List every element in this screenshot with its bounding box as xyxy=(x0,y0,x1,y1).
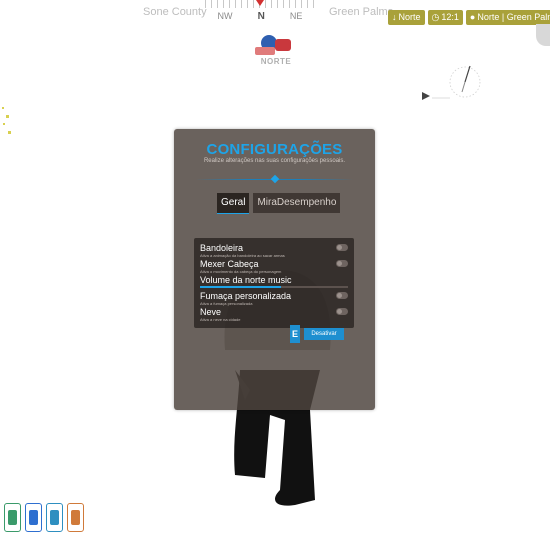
divider-diamond-icon xyxy=(270,174,280,184)
option-neve: Neve Ativa a neve na cidade xyxy=(200,307,350,322)
armor-icon xyxy=(25,503,42,532)
option-volume: Volume da norte music xyxy=(200,275,350,288)
option-label: Neve xyxy=(200,307,222,317)
option-label: Volume da norte music xyxy=(200,275,292,285)
compass-bar: NW N NE xyxy=(205,0,315,24)
panel-title: CONFIGURAÇÕES xyxy=(206,141,343,158)
compass-dir-ne: NE xyxy=(289,11,303,21)
option-desc: Ativa o movimento da cabeça do personage… xyxy=(200,269,282,274)
direction-text: Norte xyxy=(398,12,421,22)
option-desc: Ativa a fumaça personalizada xyxy=(200,301,253,306)
fumaca-toggle[interactable] xyxy=(336,292,348,299)
health-icon xyxy=(4,503,21,532)
food-icon xyxy=(67,503,84,532)
clock-icon: ◷ xyxy=(431,12,440,22)
compass-needle-icon xyxy=(256,0,264,6)
time-badge: ◷ 12:1 xyxy=(427,10,463,25)
pin-icon: ↓ xyxy=(392,12,397,22)
water-icon xyxy=(46,503,63,532)
mexer-cabeca-toggle[interactable] xyxy=(336,260,348,267)
corner-decoration xyxy=(536,24,550,46)
key-hint: E xyxy=(290,325,300,343)
option-label: Mexer Cabeça xyxy=(200,259,259,269)
option-fumaca: Fumaça personalizada Ativa a fumaça pers… xyxy=(200,291,350,306)
street-name-left: Sone County xyxy=(143,6,207,18)
time-text: 12:1 xyxy=(441,12,459,22)
tab-mira-desempenho[interactable]: MiraDesempenho xyxy=(253,193,341,213)
option-desc: Ativa a neve na cidade xyxy=(200,317,241,322)
options-list: Bandoleira Ativa a animação da bandoleir… xyxy=(194,238,354,328)
bandoleira-toggle[interactable] xyxy=(336,244,348,251)
status-bar xyxy=(4,503,84,532)
tab-geral[interactable]: Geral xyxy=(217,193,250,214)
option-label: Fumaça personalizada xyxy=(200,291,292,301)
location-text: Norte | Green Palms xyxy=(477,12,550,22)
panel-subtitle: Realize alterações nas suas configuraçõe… xyxy=(203,158,346,164)
top-right-badges: ↓ Norte ◷ 12:1 ● Norte | Green Palms xyxy=(388,10,550,25)
direction-badge: ↓ Norte xyxy=(388,10,425,25)
neve-toggle[interactable] xyxy=(336,308,348,315)
option-desc: Ativa a animação da bandoleira ao sacar … xyxy=(200,253,285,258)
compass-dir-nw: NW xyxy=(217,11,233,21)
logo-text: NORTE xyxy=(260,57,292,66)
option-label: Bandoleira xyxy=(200,243,244,253)
volume-slider-fill[interactable] xyxy=(200,286,282,288)
location-badge: ● Norte | Green Palms xyxy=(465,10,550,25)
server-logo: NORTE xyxy=(255,33,297,69)
option-mexer-cabeca: Mexer Cabeça Ativa o movimento da cabeça… xyxy=(200,259,350,274)
option-bandoleira: Bandoleira Ativa a animação da bandoleir… xyxy=(200,243,350,258)
settings-panel: CONFIGURAÇÕES Realize alterações nas sua… xyxy=(174,129,375,410)
location-icon: ● xyxy=(469,12,476,22)
street-name-right: Green Palms xyxy=(329,6,394,18)
deactivate-button[interactable]: Desativar xyxy=(304,328,344,340)
compass-dir-n: N xyxy=(257,11,265,22)
world-compass-icon xyxy=(422,65,481,100)
settings-tabs: Geral MiraDesempenho xyxy=(217,193,341,214)
edge-marker-icon xyxy=(2,107,11,134)
